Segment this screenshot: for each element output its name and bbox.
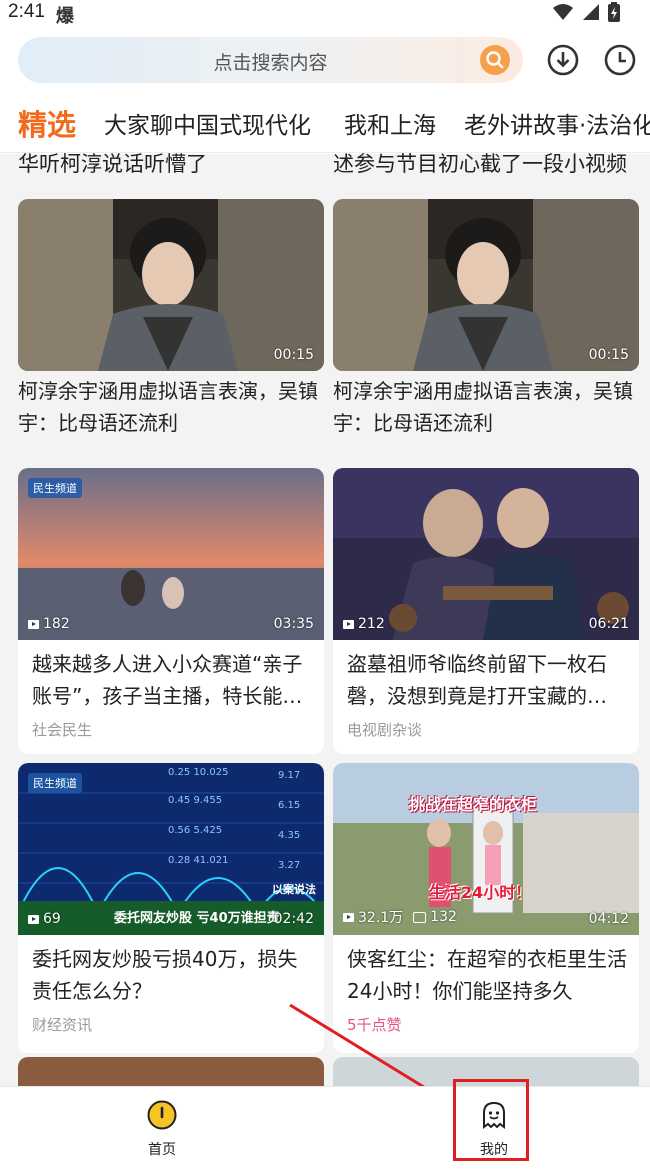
annotation-arrow [289,1003,466,1113]
bottom-tab-bar: 首页 我的 [0,1086,650,1170]
nav-home[interactable]: 首页 [122,1099,202,1159]
highlight-box [453,1079,529,1161]
home-icon [147,1100,177,1130]
nav-home-label: 首页 [148,1142,176,1158]
